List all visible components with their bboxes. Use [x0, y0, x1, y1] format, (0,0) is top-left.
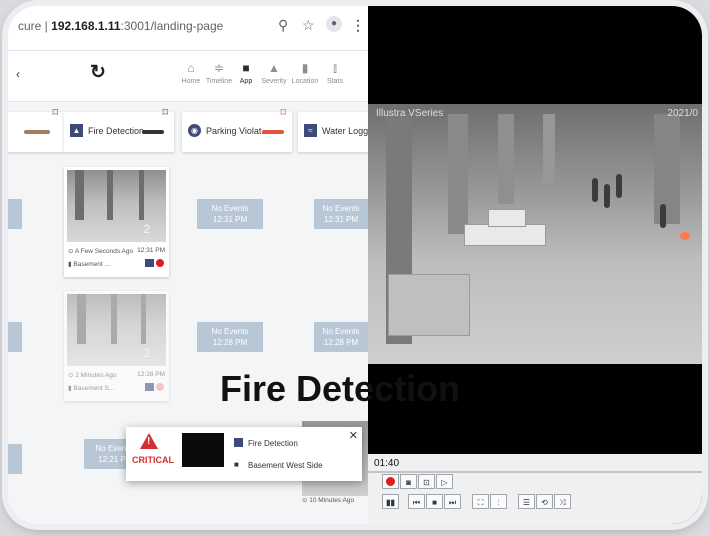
- video-caption: Fire Detection: [220, 368, 461, 409]
- no-events-tile[interactable]: No Events 12:28 PM: [197, 322, 263, 352]
- fullscreen-icon[interactable]: ⛶: [472, 494, 489, 509]
- camera-osd-name: Illustra VSeries: [376, 108, 444, 119]
- app-color-bar: [262, 130, 284, 134]
- critical-alert-popup[interactable]: ! CRITICAL Fire Detection ■ Basement Wes…: [126, 427, 362, 481]
- app-color-bar: [142, 130, 164, 134]
- repeat-icon[interactable]: ⟲: [536, 494, 553, 509]
- kebab-menu-icon[interactable]: ⋮: [351, 17, 365, 34]
- nav-stats[interactable]: ⫾ Stats: [321, 61, 349, 85]
- no-events-tile-partial[interactable]: [8, 322, 22, 352]
- address-bar[interactable]: cure | 192.168.1.11:3001/landing-page ⚲ …: [8, 6, 368, 51]
- alert-thumbnail[interactable]: [182, 433, 224, 467]
- app-logo-icon: [145, 383, 154, 391]
- app-logo-icon: [234, 438, 243, 447]
- browser-window: cure | 192.168.1.11:3001/landing-page ⚲ …: [8, 6, 375, 524]
- warning-icon: !: [140, 433, 158, 449]
- event-time-ago: ⊙ 2 Minutes Ago: [68, 372, 117, 379]
- star-icon[interactable]: ☆: [302, 17, 315, 34]
- event-time-ago: ⊙ A Few Seconds Ago: [68, 248, 134, 255]
- player-controls: 01:40 ◙ ⊡ ▷ ▮▮ ⏮ ■ ⏭ ⛶ ⫶ ☰ ⟲ ⤨: [368, 454, 702, 524]
- pause-button[interactable]: ▮▮: [382, 494, 399, 509]
- home-icon: ⌂: [187, 61, 195, 75]
- elapsed-time: 01:40: [374, 458, 400, 469]
- app-logo-icon: ▲: [70, 124, 83, 137]
- status-dot: [156, 259, 164, 267]
- loop-icon[interactable]: ⊡: [418, 474, 435, 489]
- bookmark-icon[interactable]: ⌑: [162, 106, 168, 119]
- video-player: Illustra VSeries 2021/0 01:40 ◙ ⊡ ▷ ▮▮ ⏮…: [368, 6, 702, 524]
- playlist-icon[interactable]: ☰: [518, 494, 535, 509]
- seek-bar[interactable]: [368, 471, 702, 473]
- url-text[interactable]: cure | 192.168.1.11:3001/landing-page: [18, 19, 223, 33]
- app-color-bar: [24, 130, 50, 134]
- zoom-icon[interactable]: ⚲: [278, 17, 288, 34]
- event-count: 2: [143, 346, 150, 360]
- event-card[interactable]: 2 ⊙ A Few Seconds Ago 12:31 PM ▮ Basemen…: [64, 167, 169, 277]
- no-events-tile-partial[interactable]: [8, 199, 22, 229]
- camera-osd-date: 2021/0: [667, 108, 698, 119]
- stop-icon[interactable]: ■: [426, 494, 443, 509]
- previous-icon[interactable]: ⏮: [408, 494, 425, 509]
- event-camera: ▮ Basement ...: [68, 261, 110, 268]
- url-host: 192.168.1.11: [51, 19, 121, 33]
- bookmark-icon[interactable]: ⌑: [280, 106, 286, 119]
- shuffle-icon[interactable]: ⤨: [554, 494, 571, 509]
- no-events-tile[interactable]: No Events 12:28 PM: [314, 322, 368, 352]
- profile-icon[interactable]: ●: [326, 16, 342, 32]
- event-thumbnail[interactable]: 2: [67, 170, 166, 242]
- frame-step-icon[interactable]: ▷: [436, 474, 453, 489]
- nav-timeline[interactable]: ≑ Timeline: [205, 61, 233, 85]
- app-logo-icon: ◉: [188, 124, 201, 137]
- event-count: 2: [143, 222, 150, 236]
- app-logo-icon: ≈: [304, 124, 317, 137]
- next-icon[interactable]: ⏭: [444, 494, 461, 509]
- bookmark-icon[interactable]: ⌑: [52, 106, 58, 119]
- snapshot-icon[interactable]: ◙: [400, 474, 417, 489]
- no-events-tile[interactable]: No Events 12:31 PM: [197, 199, 263, 229]
- app-grid-icon: ■: [242, 61, 250, 75]
- event-card[interactable]: 2 ⊙ 2 Minutes Ago 12:28 PM ▮ Basement S.…: [64, 291, 169, 401]
- record-button[interactable]: [382, 474, 399, 489]
- no-events-tile[interactable]: No Events 12:31 PM: [314, 199, 368, 229]
- timeline-icon: ≑: [213, 61, 225, 75]
- event-time: 12:31 PM: [137, 247, 165, 254]
- warning-icon: ▲: [268, 61, 280, 75]
- app-chip-partial[interactable]: ⌑: [8, 107, 64, 152]
- nav-location[interactable]: ▮ Location: [291, 61, 319, 85]
- event-thumbnail[interactable]: 2: [67, 294, 166, 366]
- nav-severity[interactable]: ▲ Severity: [260, 61, 288, 85]
- app-chip-fire-detection[interactable]: ▲ Fire Detection ⌑: [64, 107, 174, 152]
- camera-icon: ▮: [301, 61, 309, 75]
- refresh-icon[interactable]: ↻: [90, 61, 106, 84]
- screenshot-frame: cure | 192.168.1.11:3001/landing-page ⚲ …: [8, 6, 702, 524]
- camera-feed[interactable]: Illustra VSeries 2021/0: [368, 104, 702, 364]
- app-chip-water-logging[interactable]: ≈ Water Loggin: [298, 112, 375, 152]
- status-dot: [156, 383, 164, 391]
- url-path: :3001/landing-page: [120, 19, 224, 33]
- alert-location: Basement West Side: [248, 461, 323, 470]
- stats-icon: ⫾: [333, 61, 337, 75]
- close-icon[interactable]: ✕: [349, 429, 358, 442]
- app-chip-parking-violation[interactable]: ◉ Parking Violat... ⌑: [182, 107, 292, 152]
- no-events-tile-partial[interactable]: [8, 444, 22, 474]
- event-time-ago: ⊙ 10 Minutes Ago: [302, 497, 355, 504]
- app-chip-label: Parking Violat...: [206, 126, 269, 136]
- nav-app[interactable]: ■ App: [232, 61, 260, 85]
- equalizer-icon[interactable]: ⫶: [490, 494, 507, 509]
- event-time: 12:28 PM: [137, 371, 165, 378]
- event-camera: ▮ Basement S...: [68, 385, 115, 392]
- back-arrow-icon[interactable]: ‹: [16, 67, 20, 81]
- app-chip-label: Fire Detection: [88, 126, 145, 136]
- app-toolbar: ‹ ↻ ⌂ Home ≑ Timeline ■ App ▲ Severity ▮ Loca…: [8, 51, 368, 102]
- alert-app-name: Fire Detection: [248, 439, 298, 448]
- app-logo-icon: [145, 259, 154, 267]
- camera-icon: ■: [234, 460, 239, 469]
- severity-label: CRITICAL: [132, 455, 174, 465]
- nav-home[interactable]: ⌂ Home: [177, 61, 205, 85]
